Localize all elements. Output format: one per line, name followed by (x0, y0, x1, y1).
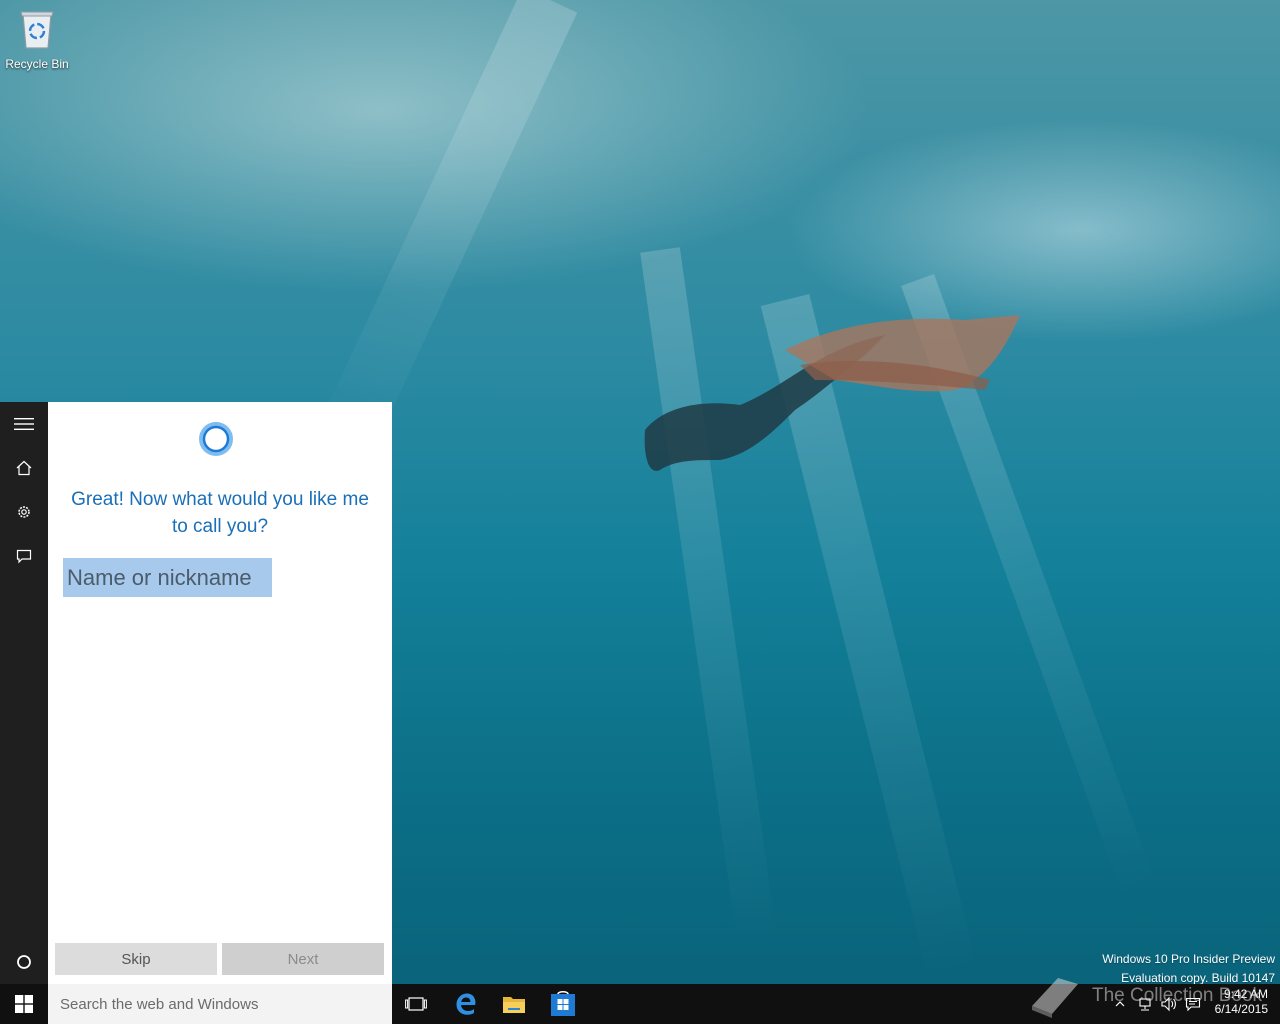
file-explorer-button[interactable] (490, 984, 538, 1024)
windows-logo-icon (15, 995, 33, 1013)
search-input[interactable] (48, 984, 392, 1024)
gear-icon (18, 506, 30, 518)
edge-taskbar-button[interactable] (442, 984, 490, 1024)
store-button[interactable] (539, 984, 587, 1024)
name-input[interactable] (63, 558, 272, 597)
cortana-logo-icon (199, 422, 233, 456)
feedback-icon (16, 549, 32, 564)
store-icon (551, 991, 575, 1016)
task-view-icon (405, 997, 427, 1011)
feedback-button[interactable] (0, 534, 48, 578)
home-button[interactable] (0, 446, 48, 490)
light-ray (311, 0, 578, 466)
book-logo-icon (1032, 978, 1078, 1018)
settings-button[interactable] (0, 490, 48, 534)
cortana-button[interactable] (0, 940, 48, 984)
next-button[interactable]: Next (222, 943, 384, 975)
hamburger-menu-button[interactable] (0, 402, 48, 446)
home-icon (16, 460, 32, 476)
cortana-icon (17, 955, 31, 969)
edge-icon (456, 993, 476, 1015)
hamburger-icon (14, 418, 34, 430)
cortana-rail (0, 402, 48, 984)
cortana-prompt: Great! Now what would you like me to cal… (71, 489, 369, 537)
overlay-logo-text: The Collection Book (1092, 985, 1263, 1006)
desktop-icon-recycle-bin[interactable]: Recycle Bin (4, 6, 70, 71)
cortana-panel: Great! Now what would you like me to cal… (48, 402, 392, 984)
file-explorer-icon (503, 997, 525, 1013)
recycle-bin-icon (20, 11, 54, 49)
overlay-watermark-logo: The Collection Book (1028, 974, 1262, 1018)
desktop-icon-label: Recycle Bin (5, 57, 69, 71)
task-view-button[interactable] (392, 984, 440, 1024)
diver-silhouette (644, 315, 1020, 471)
watermark-line-1: Windows 10 Pro Insider Preview (1102, 952, 1275, 966)
skip-button[interactable]: Skip (55, 943, 217, 975)
start-button[interactable] (0, 984, 48, 1024)
